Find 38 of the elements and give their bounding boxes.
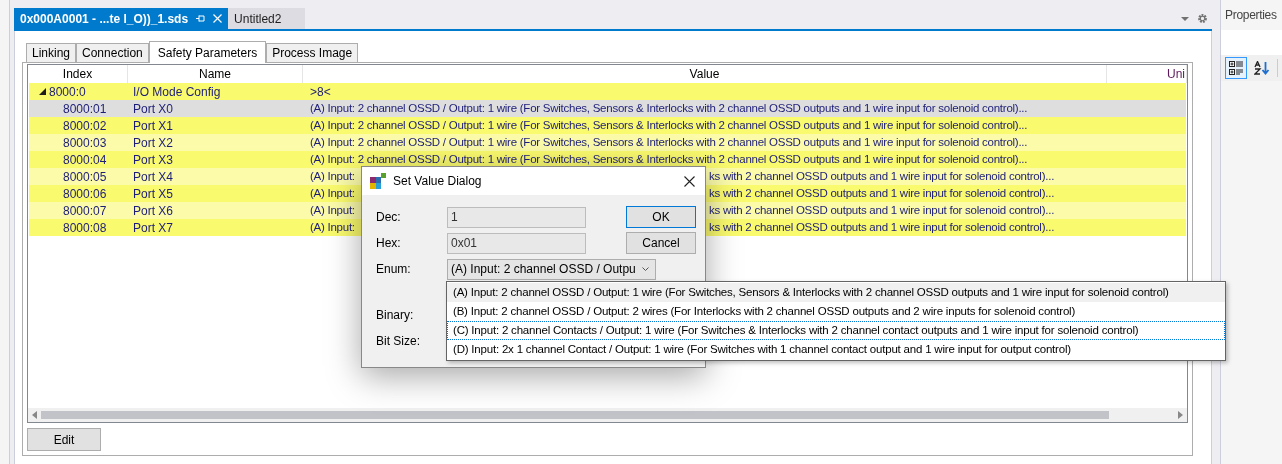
table-cell-text: ks with 2 channel OSSD outputs and 1 wire input for solenoid control)... <box>709 168 1055 184</box>
table-cell: Port X6 <box>133 203 174 218</box>
field-label: Hex: <box>376 235 402 252</box>
table-cell: (A) Input: <box>310 169 355 182</box>
table-cell-text: ks with 2 channel OSSD outputs and 1 wire input for solenoid control)... <box>709 219 1055 235</box>
table-cell: Port X0 <box>133 101 174 116</box>
field-label: Dec: <box>376 209 402 226</box>
field-label: Binary: <box>376 307 414 324</box>
panel-title: Properties <box>1225 7 1277 24</box>
table-cell: 8000:07 <box>63 203 107 218</box>
table-cell: Port X2 <box>133 135 174 150</box>
table-cell: Port X1 <box>133 118 174 133</box>
table-cell: Port X7 <box>133 220 174 235</box>
table-cell: >8< <box>310 84 331 99</box>
table-cell-text: ks with 2 channel OSSD outputs and 1 wire input for solenoid control)... <box>709 185 1055 201</box>
table-cell: 8000:01 <box>63 101 107 116</box>
table-cell: I/O Mode Config <box>133 84 221 99</box>
dialog-title: Set Value Dialog <box>393 173 482 190</box>
table-cell-text: (A) Input: 2 channel OSSD / Output: 1 wire (For Switches, Sensors & Interlocks with 2 channel OSSD outputs and 1 wire input for solenoid control)... <box>310 134 1028 150</box>
table-cell: 8000:06 <box>63 186 107 201</box>
table-cell-text: (A) Input: 2 channel OSSD / Output: 1 wire (For Switches, Sensors & Interlocks with 2 channel OSSD outputs and 1 wire input for solenoid control)... <box>310 100 1028 116</box>
table-cell: 8000:04 <box>63 152 107 167</box>
table-cell-text: (A) Input: 2 channel OSSD / Output: 1 wire (For Switches, Sensors & Interlocks with 2 channel OSSD outputs and 1 wire input for solenoid control)... <box>310 117 1028 133</box>
field-label: Bit Size: <box>376 333 420 350</box>
table-cell: 8000:05 <box>63 169 107 184</box>
table-cell: (A) Input: <box>310 186 355 199</box>
table-cell: Port X5 <box>133 186 174 201</box>
table-cell-text: ks with 2 channel OSSD outputs and 1 wire input for solenoid control)... <box>709 202 1055 218</box>
table-cell-text: (A) Input: 2 channel OSSD / Output: 1 wire (For Switches, Sensors & Interlocks with 2 channel OSSD outputs and 1 wire input for solenoid control)... <box>310 151 1028 167</box>
table-cell: 8000:08 <box>63 220 107 235</box>
table-cell: (A) Input: <box>310 203 355 216</box>
table-cell: Port X3 <box>133 152 174 167</box>
table-cell: 8000:02 <box>63 118 107 133</box>
table-cell-text: 8000:0 <box>49 83 86 101</box>
table-cell: Port X4 <box>133 169 174 184</box>
table-cell: 8000:03 <box>63 135 107 150</box>
table-cell: (A) Input: <box>310 220 355 233</box>
field-label: Enum: <box>376 261 412 278</box>
